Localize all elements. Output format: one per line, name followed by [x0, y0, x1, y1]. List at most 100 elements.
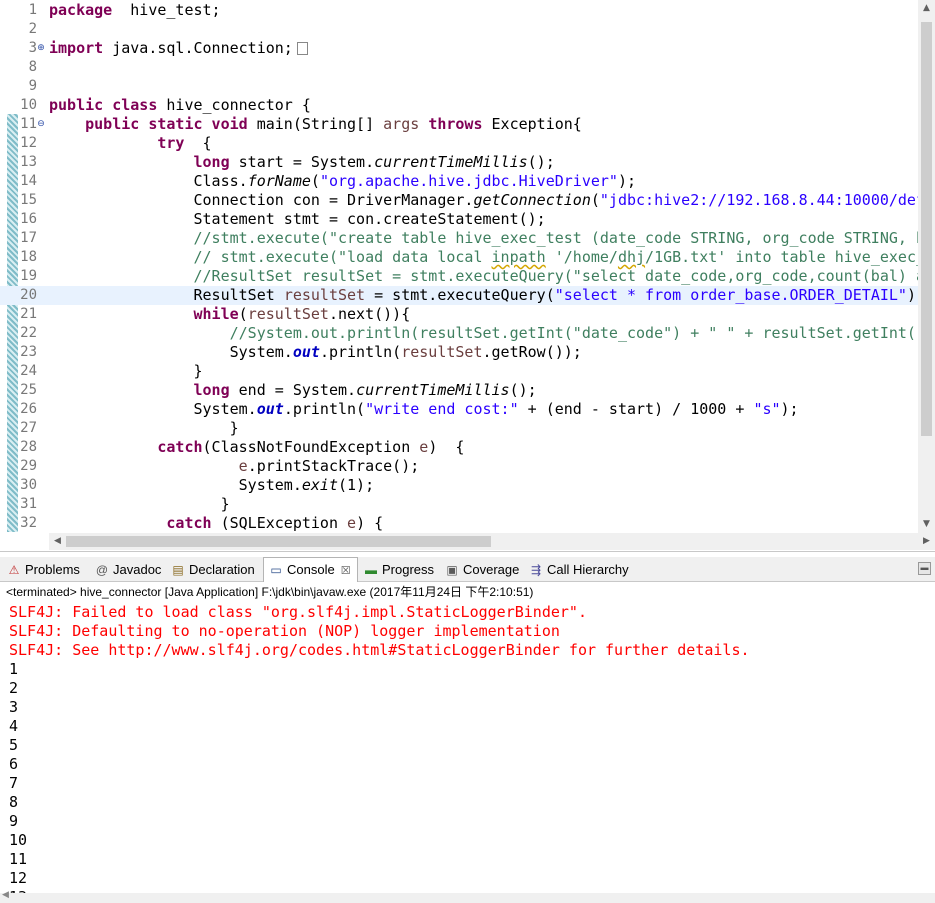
code-line[interactable]: 28 catch(ClassNotFoundException e) {	[0, 438, 918, 457]
line-number: 14	[20, 173, 37, 189]
code-editor[interactable]: 1 package hive_test; 2 3 ⊕ import java.sql.Co…	[0, 0, 935, 552]
code-line[interactable]: 27 }	[0, 419, 918, 438]
code-text: // stmt.execute("load data local inpath …	[49, 248, 919, 267]
code-line[interactable]: 26 System.out.println("write end cost:" …	[0, 400, 918, 419]
problems-icon: ⚠	[8, 563, 20, 577]
code-text: import java.sql.Connection;	[49, 39, 308, 58]
code-token: getConnection	[473, 191, 591, 209]
code-token: ) {	[356, 514, 384, 532]
code-token: }	[49, 419, 239, 437]
line-number: 10	[20, 97, 37, 113]
console-output-line: 11	[9, 850, 28, 868]
code-line[interactable]: 25 long end = System.currentTimeMillis()…	[0, 381, 918, 400]
editor-vertical-scroll-thumb[interactable]	[921, 22, 932, 436]
tab-label: Javadoc	[113, 562, 162, 577]
tab-coverage[interactable]: ▣ Coverage	[444, 559, 519, 580]
close-icon[interactable]: ☒	[341, 565, 351, 577]
console-output[interactable]: SLF4J: Failed to load class "org.slf4j.i…	[0, 603, 935, 893]
editor-horizontal-scrollbar[interactable]: ◀	[49, 533, 918, 550]
code-token: }	[49, 362, 203, 380]
code-line[interactable]: 24 }	[0, 362, 918, 381]
code-token: public static void	[85, 115, 248, 133]
code-text: Class.forName("org.apache.hive.jdbc.Hive…	[49, 172, 636, 191]
code-token: + (end - start) / 1000 +	[518, 400, 754, 418]
code-token: '/home/	[545, 248, 618, 266]
minimize-view-button[interactable]: ▬	[918, 562, 931, 575]
call-hierarchy-icon: ⇶	[530, 563, 542, 577]
code-line[interactable]: 23 System.out.println(resultSet.getRow()…	[0, 343, 918, 362]
code-line[interactable]: 11 ⊖ public static void main(String[] arg…	[0, 115, 918, 134]
console-output-line: 2	[9, 679, 19, 697]
code-line[interactable]: 10 public class hive_connector {	[0, 96, 918, 115]
tab-progress[interactable]: ▬ Progress	[363, 559, 434, 580]
code-token: System.	[49, 476, 302, 494]
code-line[interactable]: 17 //stmt.execute("create table hive_exe…	[0, 229, 918, 248]
scroll-up-arrow-icon[interactable]: ▲	[918, 0, 935, 17]
scroll-left-arrow-icon[interactable]: ◀	[49, 533, 66, 550]
code-text: Connection con = DriverManager.getConnec…	[49, 191, 918, 210]
tab-declaration[interactable]: ▤ Declaration	[170, 559, 255, 580]
line-number: 17	[20, 230, 37, 246]
code-line[interactable]: 12 try {	[0, 134, 918, 153]
code-text: //System.out.println(resultSet.getInt("d…	[49, 324, 918, 343]
code-line[interactable]: 15 Connection con = DriverManager.getCon…	[0, 191, 918, 210]
tab-problems[interactable]: ⚠ Problems	[6, 559, 80, 580]
code-token: dhj	[617, 248, 646, 266]
scroll-down-arrow-icon[interactable]: ▼	[918, 516, 935, 533]
console-horizontal-scrollbar[interactable]: ◀	[0, 890, 935, 903]
tab-javadoc[interactable]: @ Javadoc	[94, 559, 162, 580]
code-line[interactable]: 16 Statement stmt = con.createStatement(…	[0, 210, 918, 229]
code-line[interactable]: 21 while(resultSet.next()){	[0, 305, 918, 324]
code-text: }	[49, 419, 239, 438]
code-token: Exception{	[482, 115, 582, 133]
code-line[interactable]: 2	[0, 20, 918, 39]
editor-vertical-scrollbar[interactable]: ▲ ▼	[918, 0, 935, 533]
editor-horizontal-scroll-thumb[interactable]	[66, 536, 491, 547]
scroll-right-arrow-icon[interactable]: ▶	[918, 533, 935, 550]
code-token: .println(	[283, 400, 366, 418]
expand-fold-icon[interactable]: ⊕	[37, 44, 45, 53]
code-text: System.exit(1);	[49, 476, 374, 495]
tab-label: Declaration	[189, 562, 255, 577]
line-number: 22	[20, 325, 37, 341]
code-line[interactable]: 9	[0, 77, 918, 96]
console-error-line: SLF4J: Failed to load class "org.slf4j.i…	[9, 603, 587, 621]
collapsed-code-marker-icon[interactable]	[296, 42, 308, 55]
code-text: System.out.println(resultSet.getRow());	[49, 343, 582, 362]
code-line[interactable]: 22 //System.out.println(resultSet.getInt…	[0, 324, 918, 343]
line-number: 16	[20, 211, 37, 227]
code-line[interactable]: 31 }	[0, 495, 918, 514]
code-text: long end = System.currentTimeMillis();	[49, 381, 537, 400]
code-token: java.sql.Connection;	[103, 39, 293, 57]
line-number: 23	[20, 344, 37, 360]
progress-icon: ▬	[365, 563, 377, 577]
collapse-fold-icon[interactable]: ⊖	[37, 120, 45, 129]
code-line[interactable]: 3 ⊕ import java.sql.Connection;	[0, 39, 918, 58]
code-line[interactable]: 20 ResultSet resultSet = stmt.executeQue…	[0, 286, 918, 305]
code-line[interactable]: 18 // stmt.execute("load data local inpa…	[0, 248, 918, 267]
code-line[interactable]: 32 catch (SQLException e) {	[0, 514, 918, 533]
line-number: 29	[20, 458, 37, 474]
tab-console[interactable]: ▭ Console ☒	[263, 557, 358, 582]
code-lines[interactable]: 1 package hive_test; 2 3 ⊕ import java.sql.Co…	[0, 0, 918, 533]
code-line[interactable]: 30 System.exit(1);	[0, 476, 918, 495]
code-line[interactable]: 13 long start = System.currentTimeMillis…	[0, 153, 918, 172]
line-number: 21	[20, 306, 37, 322]
code-line[interactable]: 14 Class.forName("org.apache.hive.jdbc.H…	[0, 172, 918, 191]
scroll-left-arrow-icon[interactable]: ◀	[2, 890, 9, 900]
code-text: //stmt.execute("create table hive_exec_t…	[49, 229, 919, 248]
code-token: long	[193, 381, 230, 399]
code-token: (SQLException	[211, 514, 348, 532]
code-line[interactable]: 29 e.printStackTrace();	[0, 457, 918, 476]
code-line[interactable]: 8	[0, 58, 918, 77]
code-text: public class hive_connector {	[49, 96, 311, 115]
code-line[interactable]: 1 package hive_test;	[0, 1, 918, 20]
code-line[interactable]: 19 //ResultSet resultSet = stmt.executeQ…	[0, 267, 918, 286]
line-number: 27	[20, 420, 37, 436]
tab-call-hierarchy[interactable]: ⇶ Call Hierarchy	[528, 559, 629, 580]
